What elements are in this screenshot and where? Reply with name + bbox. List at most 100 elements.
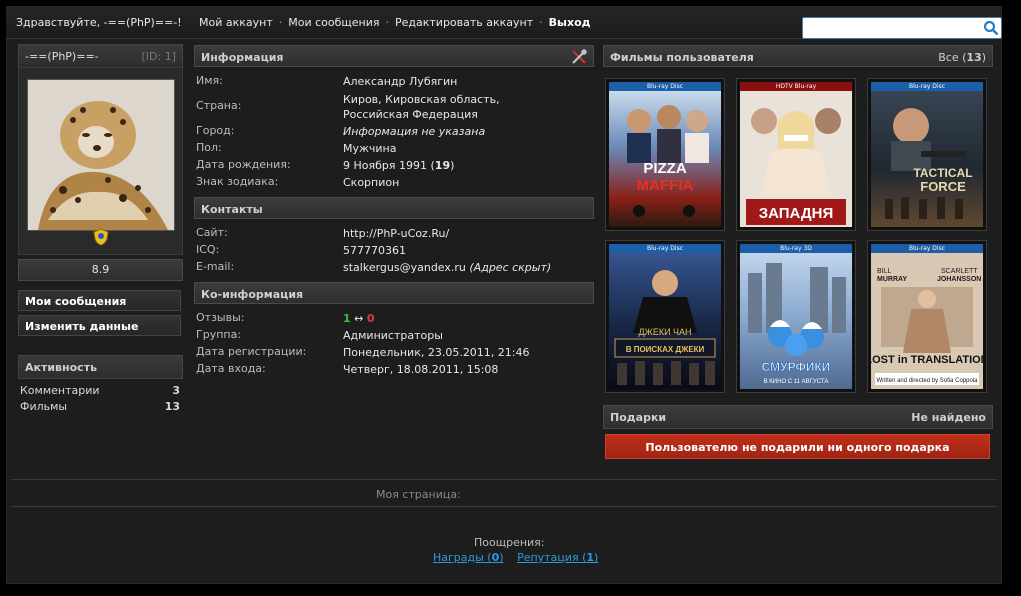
leopard-image [28,80,174,230]
reputation-count: 1 [586,551,595,564]
activity-value: 13 [164,400,180,413]
info-title: Информация [201,51,284,64]
top-nav: Мой аккаунт · Мои сообщения · Редактиров… [199,16,591,29]
nav-edit-account[interactable]: Редактировать аккаунт [395,16,533,29]
film-poster[interactable]: Blu-ray Disc BILL MURRAY SCARLETT JOHANS… [867,240,987,393]
top-bar: Здравствуйте, -==(PhP)==-! Мой аккаунт ·… [6,6,1002,39]
reviews-negative[interactable]: 0 [367,312,375,325]
poster-art: TACTICAL FORCE [885,108,973,219]
svg-text:LOST in TRANSLATION: LOST in TRANSLATION [871,354,983,366]
svg-text:JOHANSSON: JOHANSSON [937,276,981,283]
nav-logout[interactable]: Выход [549,16,591,29]
coinfo-value: Понедельник, 23.05.2011, 21:46 [343,346,530,359]
edit-data-button[interactable]: Изменить данные [18,315,181,336]
coinfo-label: Отзывы: [196,311,245,324]
contact-label: E-mail: [196,260,235,273]
nav-separator: · [539,16,543,29]
reputation-link[interactable]: Репутация (1) [517,551,598,564]
reviews-arrow-icon: ↔ [354,312,364,325]
profile-id: [ID: 1] [141,50,177,63]
reputation-label: Репутация [517,551,579,564]
films-header: Фильмы пользователя Все (13) [603,45,993,67]
search-box [802,17,1002,39]
info-value: Киров, Кировская область, Российская Фед… [343,93,500,121]
info-value: 9 Ноября 1991 (19) [343,159,455,172]
film-poster[interactable]: Blu-ray Disc PIZZA MAFFIA [605,78,725,231]
awards-link[interactable]: Награды (0) [433,551,504,564]
film-poster[interactable]: HDTV Blu-ray ЗАПАДНЯ [736,78,856,231]
film-poster[interactable]: Blu-ray Disc ДЖЕКИ ЧАН В ПОИСКАХ ДЖЕКИ [605,240,725,393]
svg-text:СМУРФИКИ: СМУРФИКИ [762,360,831,374]
poster-art: ДЖЕКИ ЧАН В ПОИСКАХ ДЖЕКИ [614,270,716,385]
film-poster[interactable]: Blu-ray 3D СМУРФИКИ В КИНО С 11 АВГУСТА [736,240,856,393]
rating-value: 8.9 [18,259,183,281]
svg-text:Written and directed by Sofia: Written and directed by Sofia Coppola [877,378,979,384]
gifts-title: Подарки [610,411,667,424]
svg-text:ЗАПАДНЯ: ЗАПАДНЯ [759,205,834,222]
activity-label: Комментарии [20,384,100,397]
film-poster[interactable]: Blu-ray Disc TACTICAL FORCE [867,78,987,231]
contact-value[interactable]: http://PhP-uCoz.Ru/ [343,226,593,241]
coinfo-header: Ко-информация [194,282,594,304]
group-badge-icon [93,228,109,246]
awards-count: 0 [491,551,500,564]
coinfo-label: Дата входа: [196,362,266,375]
coinfo-value: Администраторы [343,329,443,342]
activity-row: Фильмы 13 [20,400,180,413]
activity-label: Фильмы [20,400,68,413]
gifts-header: Подарки Не найдено [603,405,993,429]
contact-value: 577770361 [343,244,406,257]
greeting-text: Здравствуйте, -==(PhP)==-! [16,16,182,29]
no-gifts-button[interactable]: Пользователю не подарили ни одного подар… [605,434,990,459]
svg-text:В ПОИСКАХ ДЖЕКИ: В ПОИСКАХ ДЖЕКИ [626,345,705,354]
contact-value: stalkergus@yandex.ru (Адрес скрыт) [343,260,593,275]
profile-nick: -==(PhP)==- [25,50,99,63]
tools-icon[interactable] [571,49,587,65]
svg-text:В КИНО С 11 АВГУСТА: В КИНО С 11 АВГУСТА [764,379,829,385]
info-label: Пол: [196,141,222,154]
activity-value: 3 [172,384,180,397]
svg-text:FORCE: FORCE [920,179,966,194]
nav-my-account[interactable]: Мой аккаунт [199,16,273,29]
poster-art: BILL MURRAY SCARLETT JOHANSSON LOST in T… [871,268,983,385]
info-label: Дата рождения: [196,158,291,171]
info-label: Знак зодиака: [196,175,279,188]
activity-header: Активность [18,355,183,379]
divider [11,506,997,507]
svg-text:PIZZA: PIZZA [643,160,686,177]
films-all-link[interactable]: Все (13) [938,51,986,64]
avatar-box [18,67,183,255]
contact-label: ICQ: [196,243,220,256]
svg-text:TACTICAL: TACTICAL [913,166,972,180]
nav-separator: · [385,16,390,29]
poster-art: СМУРФИКИ В КИНО С 11 АВГУСТА [748,263,846,385]
my-page-label: Моя страница: [376,488,461,501]
coinfo-title: Ко-информация [201,288,304,301]
contacts-header: Контакты [194,197,594,219]
reviews-positive[interactable]: 1 [343,312,351,325]
films-all-label: Все [938,51,959,64]
rewards-label: Поощрения: [474,536,545,549]
info-label: Имя: [196,74,223,87]
birthday-date: 9 Ноября 1991 [343,159,427,172]
email-value: stalkergus@yandex.ru [343,261,466,274]
info-label: Город: [196,124,235,137]
coinfo-value: 1 ↔ 0 [343,311,593,326]
contacts-title: Контакты [201,203,263,216]
info-value: Информация не указана [343,125,486,138]
search-icon[interactable] [983,20,999,36]
poster-art: ЗАПАДНЯ [746,108,846,225]
svg-text:SCARLETT: SCARLETT [941,268,978,275]
activity-row: Комментарии 3 [20,384,180,397]
my-messages-button[interactable]: Мои сообщения [18,290,181,311]
nav-my-messages[interactable]: Мои сообщения [288,16,379,29]
avatar [27,79,175,231]
nav-separator: · [278,16,283,29]
search-input[interactable] [807,18,981,38]
info-value: Мужчина [343,142,397,155]
info-value: Александр Лубягин [343,75,458,88]
awards-label: Награды [433,551,484,564]
svg-text:MURRAY: MURRAY [877,276,907,283]
films-count: 13 [966,51,982,64]
footer-links: Награды (0) Репутация (1) [433,551,608,564]
